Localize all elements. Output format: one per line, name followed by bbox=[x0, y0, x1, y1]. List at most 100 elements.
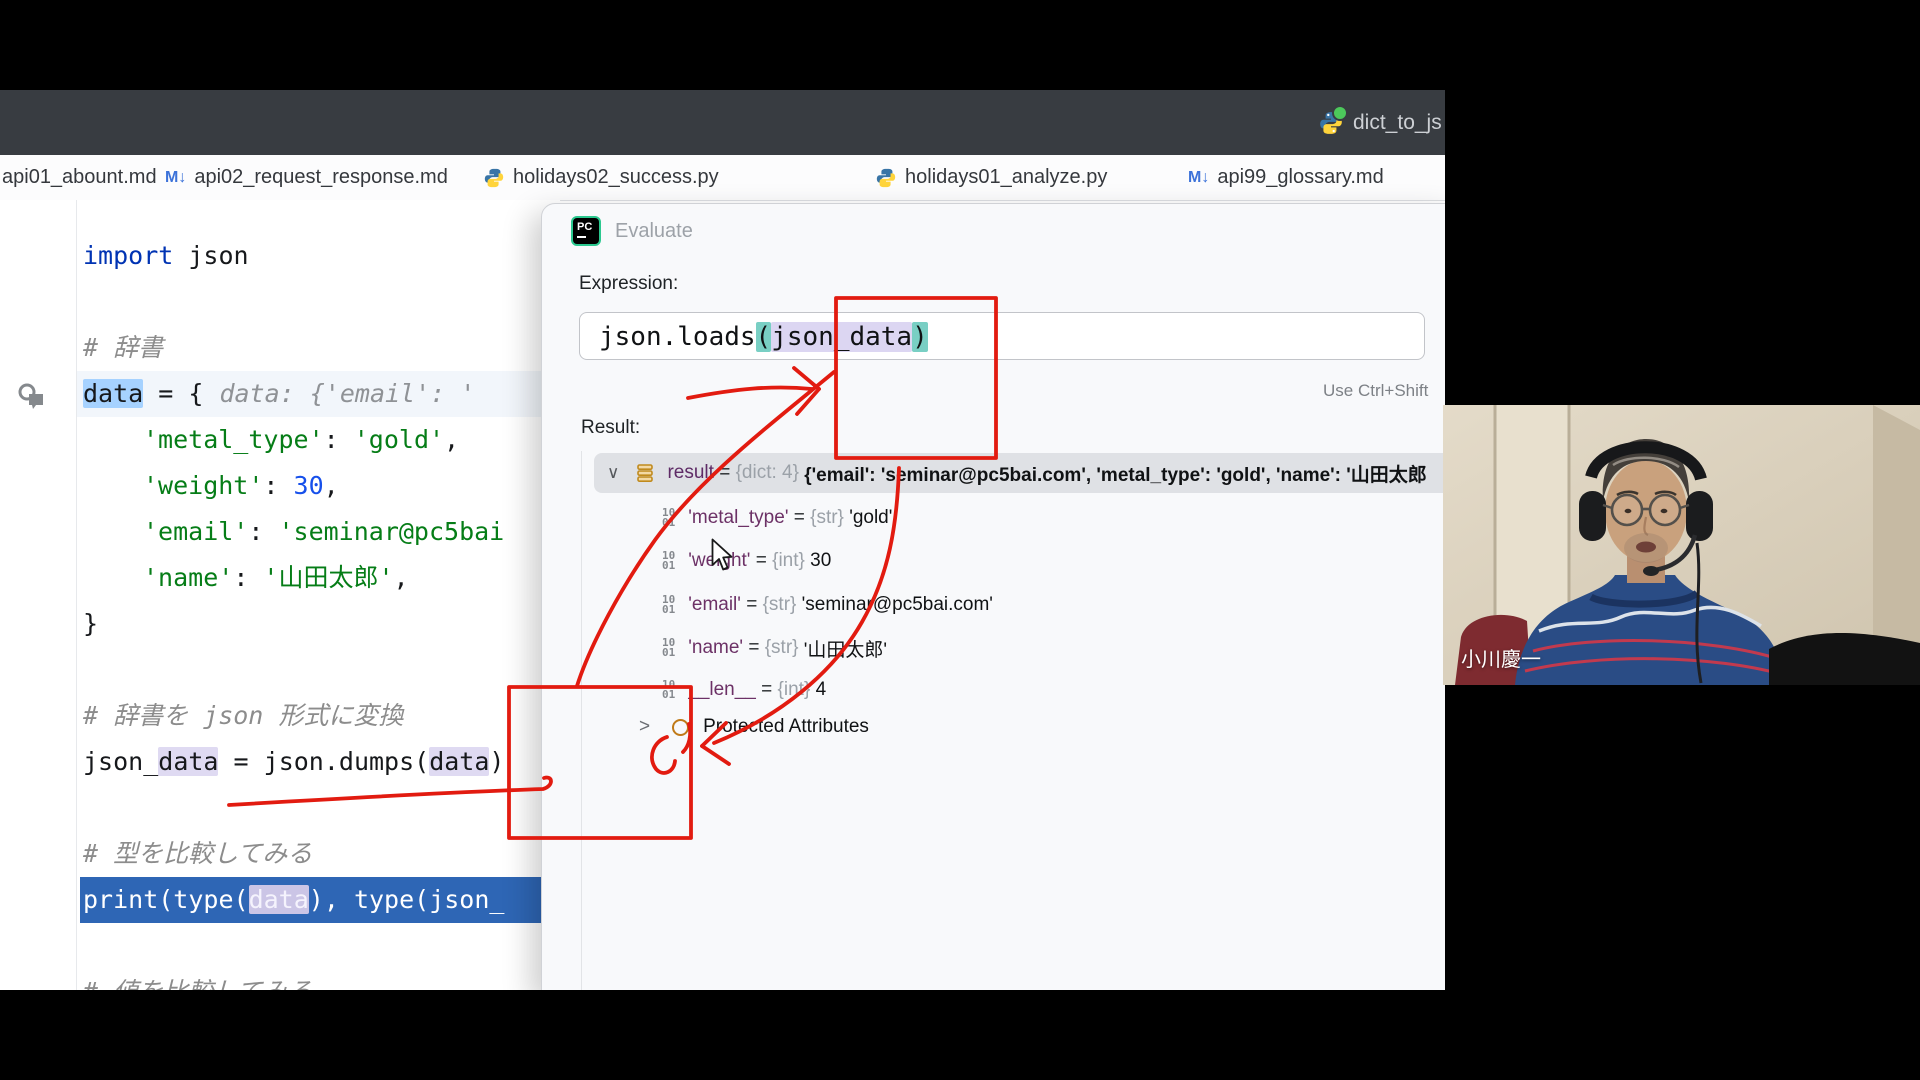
variable-value: {'email': 'seminar@pc5bai.com', 'metal_t… bbox=[804, 460, 1427, 487]
code-line: json_data = json.dumps(data) bbox=[83, 739, 504, 785]
variable-value: 4 bbox=[816, 679, 827, 701]
headphone-cup-right bbox=[1686, 491, 1713, 541]
matched-paren-highlight: ( bbox=[756, 322, 772, 352]
equals: = bbox=[788, 507, 810, 529]
code-text: = json.dumps( bbox=[218, 747, 429, 776]
equals: = bbox=[743, 637, 765, 659]
run-tab-label: dict_to_js bbox=[1353, 111, 1442, 135]
tab-api01-abount[interactable]: api01_abount.md bbox=[2, 155, 157, 200]
code-text: print(type( bbox=[83, 885, 249, 914]
group-ring-icon bbox=[672, 719, 689, 736]
markdown-icon: M↓ bbox=[165, 169, 186, 187]
ai-assistant-gutter-icon[interactable] bbox=[16, 381, 48, 413]
primitive-type-icon: 1001 bbox=[662, 638, 675, 658]
tab-holidays01-analyze[interactable]: holidays01_analyze.py bbox=[875, 155, 1107, 200]
primitive-type-icon: 1001 bbox=[662, 595, 675, 615]
code-line: 'email': 'seminar@pc5bai bbox=[143, 509, 504, 555]
string: 'seminar@pc5bai bbox=[278, 517, 504, 546]
result-row[interactable]: ∨ result = {dict: 4} {'email': 'seminar@… bbox=[594, 453, 1445, 493]
code-editor[interactable]: import json # 辞書 data = { data: {'email':… bbox=[0, 200, 560, 990]
logo-text: PC bbox=[577, 221, 592, 233]
selected-code-line: print(type(data), type(json_ bbox=[80, 877, 560, 923]
primitive-type-icon: 1001 bbox=[662, 551, 675, 571]
code-text: : bbox=[324, 425, 354, 454]
variable-name: 'metal_type' bbox=[688, 507, 788, 529]
keyword: import bbox=[83, 241, 173, 270]
shared-screen: dict_to_js api01_abount.md M↓ api02_requ… bbox=[0, 90, 1445, 990]
dialog-title: Evaluate bbox=[615, 220, 693, 243]
variable-row[interactable]: 1001 'email' = {str} 'seminar@pc5bai.com… bbox=[662, 585, 993, 625]
primitive-type-icon: 1001 bbox=[662, 508, 675, 528]
code-text: ) bbox=[489, 747, 504, 776]
comment: # 辞書 bbox=[83, 333, 163, 362]
variable-name: 'name' bbox=[688, 637, 743, 659]
debugger-inline-hint: data: {'email': ' bbox=[219, 379, 475, 408]
variable-type: {str} bbox=[810, 507, 849, 529]
variable-name: __len__ bbox=[688, 679, 756, 701]
editor-tab-bar: api01_abount.md M↓ api02_request_respons… bbox=[0, 155, 1445, 201]
primitive-type-icon: 1001 bbox=[662, 680, 675, 700]
tab-api99-glossary[interactable]: M↓ api99_glossary.md bbox=[1188, 155, 1384, 200]
gutter-separator bbox=[76, 200, 77, 990]
code-text: json_ bbox=[83, 747, 158, 776]
variable-value: 'seminar@pc5bai.com' bbox=[802, 594, 993, 616]
tab-api02-request-response[interactable]: M↓ api02_request_response.md bbox=[165, 155, 448, 200]
webcam-overlay: 小川慶一 bbox=[1443, 405, 1920, 685]
tab-holidays02-success[interactable]: holidays02_success.py bbox=[483, 155, 719, 200]
headphone-cup-left bbox=[1579, 491, 1606, 541]
tab-label: holidays02_success.py bbox=[513, 166, 719, 189]
variable-row[interactable]: 1001 'weight' = {int} 30 bbox=[662, 541, 831, 581]
expression-text: json.loads bbox=[599, 322, 756, 352]
code-line: # 辞書を json 形式に変換 bbox=[83, 693, 403, 739]
code-text: : bbox=[263, 471, 293, 500]
comment: # 値を比較してみる bbox=[83, 977, 312, 990]
equals: = bbox=[750, 550, 772, 572]
code-text: , bbox=[444, 425, 459, 454]
code-line: # 型を比較してみる bbox=[83, 831, 312, 877]
equals: = bbox=[741, 594, 763, 616]
matched-paren-highlight: ) bbox=[912, 322, 928, 352]
comment: # 型を比較してみる bbox=[83, 839, 312, 868]
laptop-corner bbox=[1769, 633, 1920, 685]
usage-highlight: data bbox=[158, 747, 218, 776]
code-text: = { bbox=[143, 379, 203, 408]
code-text: : bbox=[248, 517, 278, 546]
code-text: : bbox=[233, 563, 263, 592]
code-line: import json bbox=[83, 233, 249, 279]
variable-row[interactable]: 1001 __len__ = {int} 4 bbox=[662, 670, 826, 710]
result-panel-border bbox=[581, 451, 582, 990]
variable-row[interactable]: 1001 'metal_type' = {str} 'gold' bbox=[662, 498, 892, 538]
python-icon bbox=[875, 167, 897, 189]
result-label: Result: bbox=[581, 417, 640, 439]
tab-label: holidays01_analyze.py bbox=[905, 166, 1107, 189]
string: 'weight' bbox=[143, 471, 263, 500]
usage-highlight: data bbox=[429, 747, 489, 776]
markdown-icon: M↓ bbox=[1188, 169, 1209, 187]
shortcut-hint: Use Ctrl+Shift bbox=[1323, 381, 1428, 401]
variable-row[interactable]: 1001 'name' = {str} '山田太郎' bbox=[662, 628, 887, 668]
expand-chevron-icon[interactable]: > bbox=[639, 716, 650, 738]
string: 'name' bbox=[143, 563, 233, 592]
protected-attributes-row[interactable]: > Protected Attributes bbox=[639, 707, 869, 747]
highlighted-identifier: data bbox=[83, 379, 143, 408]
variable-value: 30 bbox=[810, 550, 831, 572]
equals: = bbox=[714, 462, 736, 484]
collapse-chevron-icon[interactable]: ∨ bbox=[594, 463, 619, 483]
run-configuration-tab[interactable]: dict_to_js bbox=[1318, 106, 1445, 140]
string: 'gold' bbox=[354, 425, 444, 454]
code-line: 'name': '山田太郎', bbox=[143, 555, 409, 601]
evaluate-dialog: PC Evaluate Expression: json.loads(json_… bbox=[541, 203, 1445, 990]
ide-titlebar: dict_to_js bbox=[0, 90, 1445, 155]
variable-type: {int} bbox=[778, 679, 816, 701]
variable-name: 'weight' bbox=[688, 550, 750, 572]
expression-label: Expression: bbox=[579, 273, 678, 295]
tab-label: api02_request_response.md bbox=[194, 166, 448, 189]
dialog-header: PC Evaluate bbox=[571, 216, 693, 246]
code-line: # 値を比較してみる bbox=[83, 969, 312, 990]
expression-input[interactable]: json.loads(json_data) bbox=[579, 312, 1425, 360]
variable-name: 'email' bbox=[688, 594, 741, 616]
variable-type: {dict: 4} bbox=[736, 462, 805, 484]
code-line: } bbox=[83, 601, 98, 647]
pycharm-logo: PC bbox=[571, 216, 601, 246]
variable-value: 'gold' bbox=[849, 507, 892, 529]
